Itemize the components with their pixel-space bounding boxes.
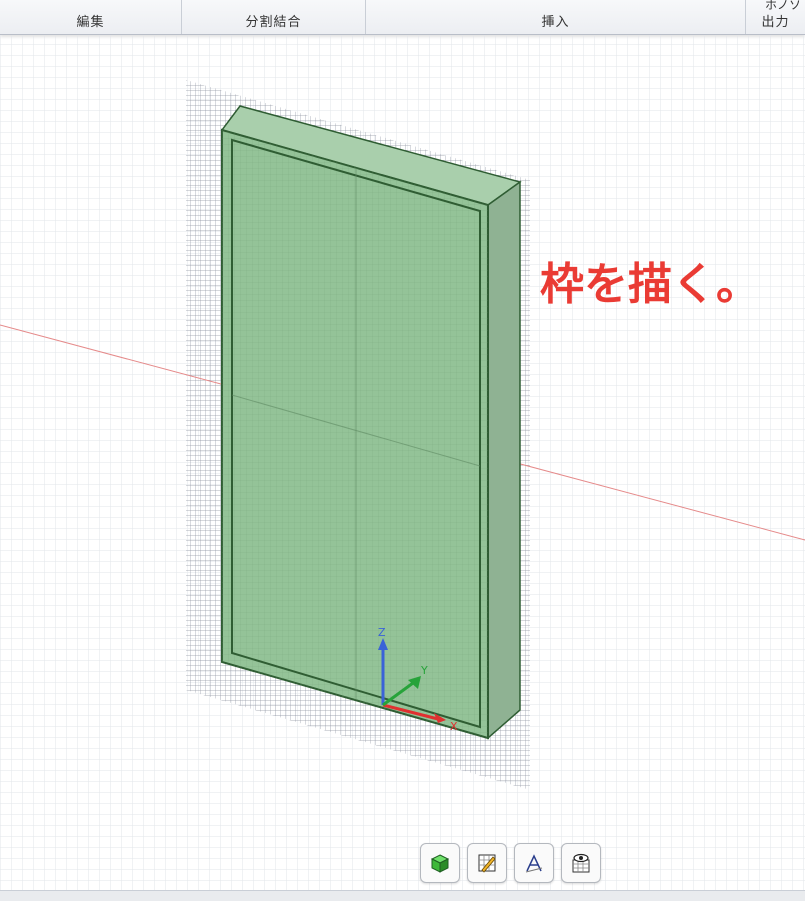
dimension-view-icon	[525, 854, 543, 873]
axis-label-y: Y	[420, 664, 428, 677]
model-front-face-grid	[222, 130, 488, 738]
ribbon-group-label: 出力	[761, 15, 790, 30]
ribbon-group-output[interactable]: ホノソ 出力	[746, 0, 805, 34]
ribbon-group-label: 編集	[76, 15, 105, 30]
ribbon-group-label: 挿入	[541, 15, 570, 30]
solid-view-button[interactable]	[420, 843, 460, 883]
visibility-view-button[interactable]	[561, 843, 601, 883]
axis-label-z: Z	[378, 626, 386, 639]
solid-view-icon	[430, 854, 450, 873]
axis-label-x: X	[450, 720, 458, 733]
ribbon-toolbar: 編集 分割結合 挿入 ホノソ 出力	[0, 0, 805, 35]
sketch-view-icon	[478, 854, 496, 873]
model-side-face	[487, 180, 521, 740]
ribbon-group-label: 分割結合	[245, 15, 302, 30]
annotation-caption: 枠を描く。	[540, 259, 760, 310]
sketch-view-button[interactable]	[467, 843, 507, 883]
status-bar	[0, 890, 805, 901]
3d-viewport[interactable]: Z Y X	[0, 35, 805, 890]
ribbon-group-insert[interactable]: 挿入	[366, 0, 746, 34]
visibility-view-icon	[572, 853, 590, 873]
dimension-view-button[interactable]	[514, 843, 554, 883]
ribbon-group-edit[interactable]: 編集	[0, 0, 182, 34]
viewport-canvas: Z Y X	[0, 35, 805, 890]
ribbon-group-split-join[interactable]: 分割結合	[182, 0, 366, 34]
